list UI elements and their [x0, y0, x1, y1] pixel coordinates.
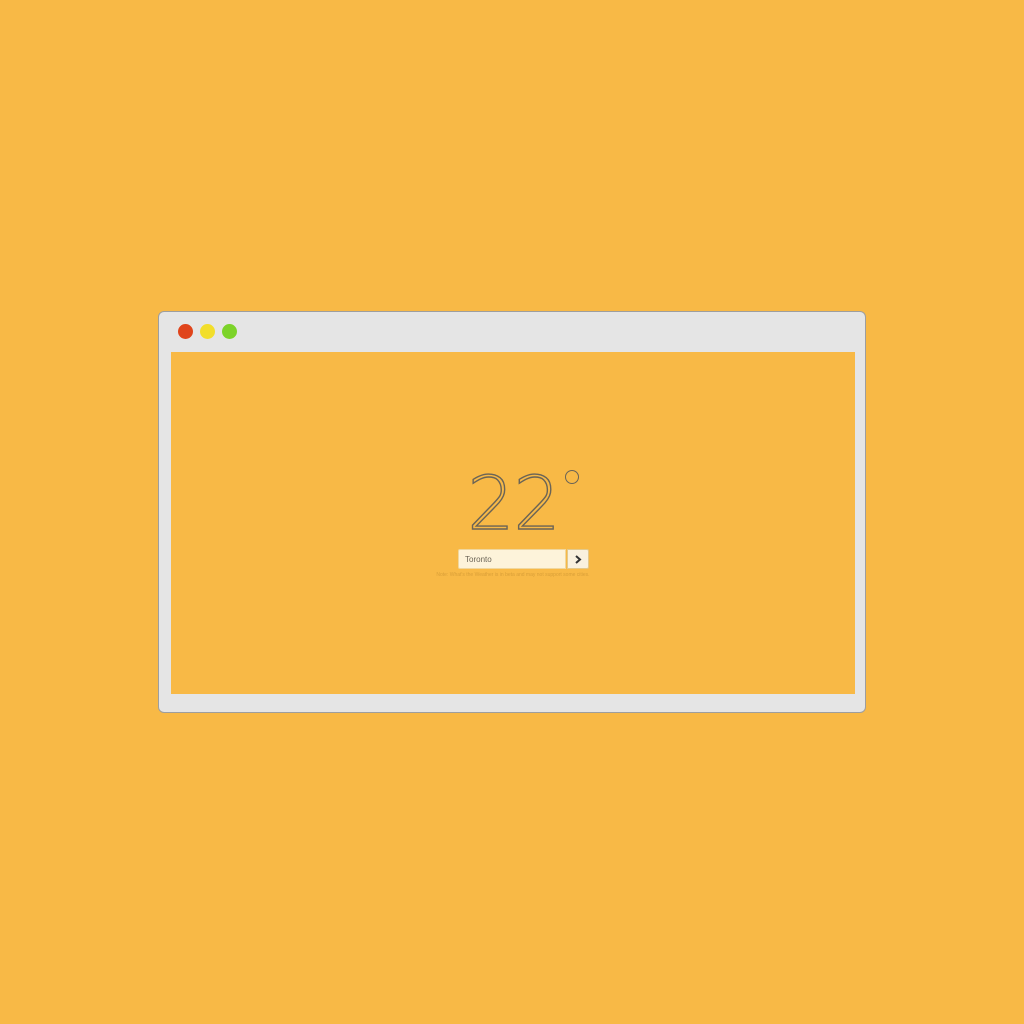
city-input[interactable] [458, 549, 566, 569]
page-viewport: 22 Note: What's the Weather is in beta a… [171, 352, 855, 694]
submit-button[interactable] [567, 549, 589, 569]
beta-note: Note: What's the Weather is in beta and … [436, 572, 590, 578]
temperature-display: 22 [171, 461, 855, 547]
chevron-right-icon [575, 554, 582, 564]
city-search-form [458, 549, 589, 569]
close-window-button[interactable] [178, 324, 193, 339]
minimize-window-button[interactable] [200, 324, 215, 339]
degree-icon [564, 470, 579, 484]
temperature-value: 22 [467, 461, 562, 547]
zoom-window-button[interactable] [222, 324, 237, 339]
browser-window: 22 Note: What's the Weather is in beta a… [158, 311, 866, 713]
